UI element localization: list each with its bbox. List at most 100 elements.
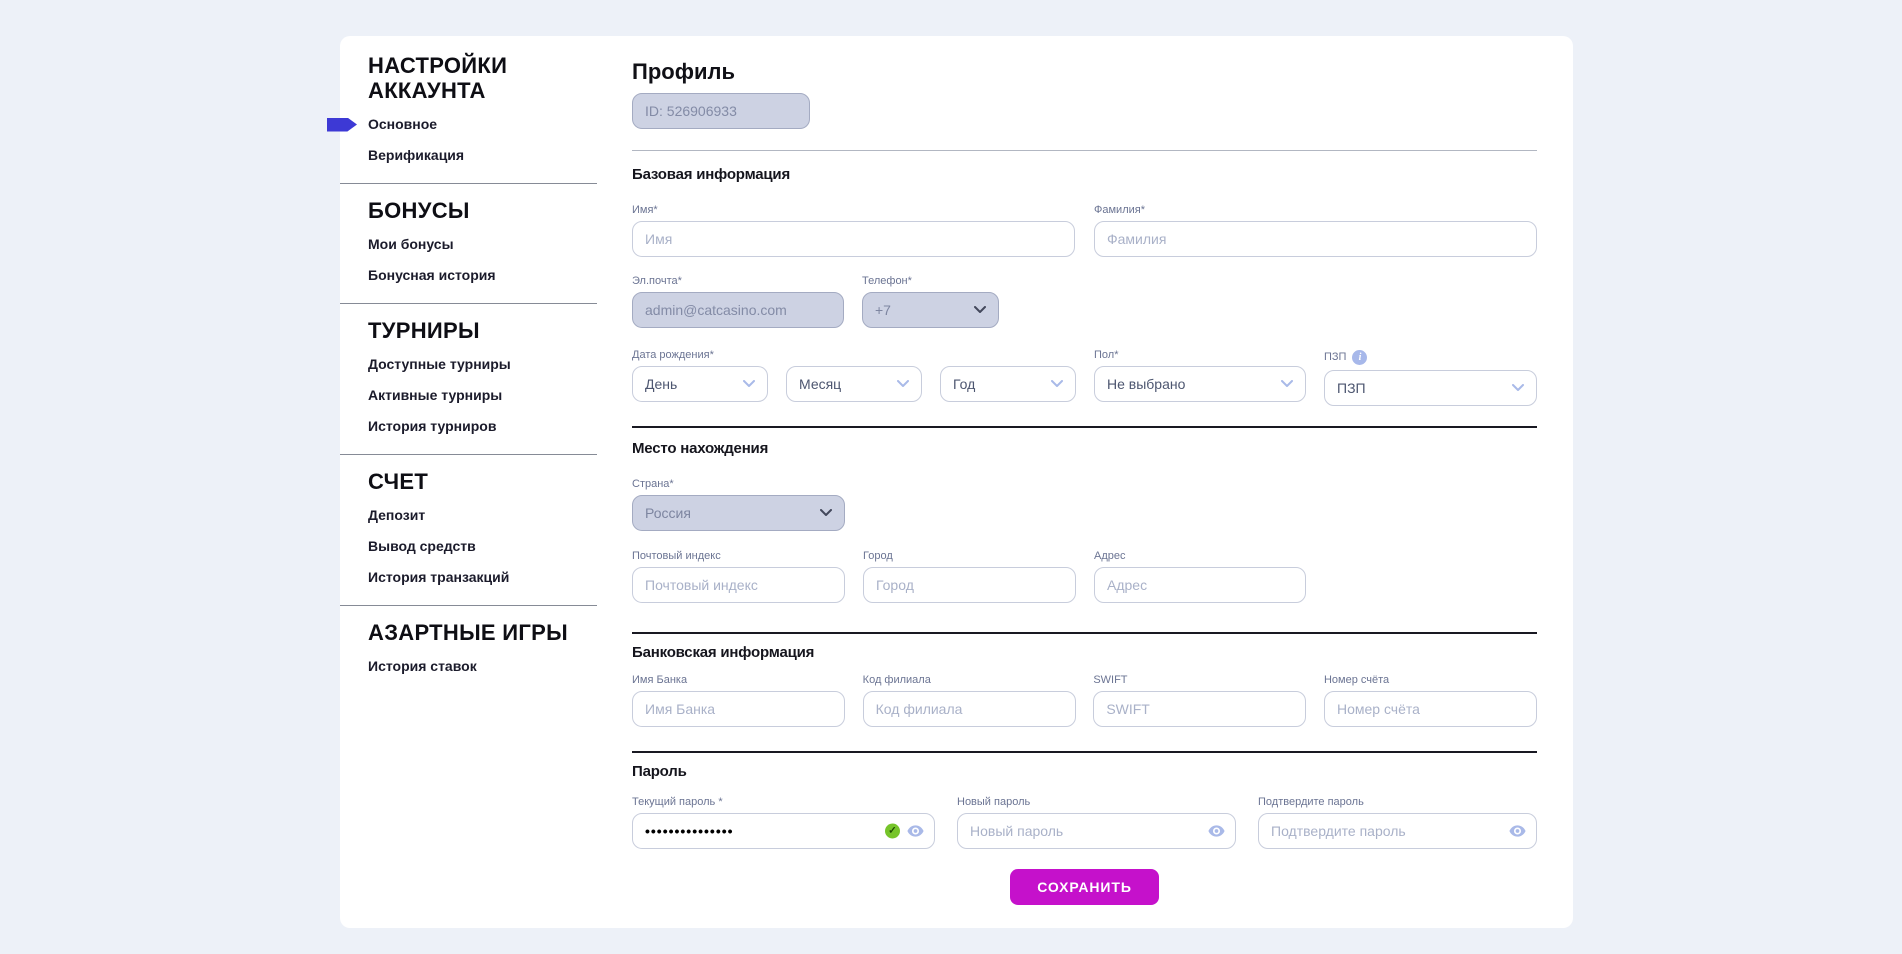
postal-code-field: Почтовый индекс — [632, 551, 845, 603]
sidebar-item-tournament-history[interactable]: История турниров — [368, 411, 598, 442]
sidebar-item-my-bonuses[interactable]: Мои бонусы — [368, 229, 598, 260]
birth-month-select[interactable]: Месяц — [786, 366, 922, 402]
country-field: Страна* Россия — [632, 479, 845, 531]
last-name-label: Фамилия* — [1094, 205, 1537, 216]
account-number-label: Номер счёта — [1324, 675, 1537, 686]
birth-year-field: Год — [940, 350, 1076, 406]
sidebar-divider — [340, 303, 597, 304]
confirm-password-label: Подтвердите пароль — [1258, 797, 1537, 808]
sidebar-divider — [340, 183, 597, 184]
country-label: Страна* — [632, 479, 845, 490]
branch-code-field: Код филиала — [863, 675, 1076, 727]
chevron-down-icon — [820, 509, 832, 517]
address-row: Почтовый индекс Город Адрес — [632, 551, 1537, 603]
postal-code-label: Почтовый индекс — [632, 551, 845, 562]
pep-value: ПЗП — [1337, 380, 1366, 396]
sidebar-item-deposit[interactable]: Депозит — [368, 500, 598, 531]
new-password-field: Новый пароль — [957, 797, 1236, 849]
email-phone-row: Эл.почта* Телефон* +7 — [632, 276, 1537, 328]
birth-date-label: Дата рождения* — [632, 350, 768, 361]
sidebar-item-label: История ставок — [368, 658, 477, 674]
name-row: Имя* Фамилия* — [632, 205, 1537, 257]
check-circle-icon: ✓ — [885, 824, 900, 839]
section-divider — [632, 150, 1537, 151]
sidebar-item-label: Доступные турниры — [368, 356, 511, 372]
eye-icon[interactable] — [907, 825, 924, 837]
gender-value: Не выбрано — [1107, 376, 1185, 392]
sidebar-item-label: История турниров — [368, 418, 496, 434]
info-icon[interactable]: i — [1352, 350, 1367, 365]
sidebar-item-main[interactable]: Основное — [368, 109, 598, 140]
confirm-password-input[interactable] — [1258, 813, 1537, 849]
chevron-down-icon — [1051, 380, 1063, 388]
sidebar-heading-bonuses: БОНУСЫ — [368, 198, 598, 223]
birth-year-select[interactable]: Год — [940, 366, 1076, 402]
phone-label: Телефон* — [862, 276, 999, 287]
sidebar-divider — [340, 454, 597, 455]
sidebar: НАСТРОЙКИ АККАУНТА Основное Верификация … — [368, 36, 598, 682]
birth-day-value: День — [645, 376, 677, 392]
email-label: Эл.почта* — [632, 276, 844, 287]
country-value: Россия — [645, 505, 691, 521]
profile-main: Профиль Базовая информация Имя* Фамилия*… — [632, 36, 1537, 905]
city-label: Город — [863, 551, 1076, 562]
sidebar-heading-account: СЧЕТ — [368, 469, 598, 494]
confirm-password-field: Подтвердите пароль — [1258, 797, 1537, 849]
eye-icon[interactable] — [1208, 825, 1225, 837]
address-label: Адрес — [1094, 551, 1306, 562]
birth-year-value: Год — [953, 376, 975, 392]
page-title: Профиль — [632, 61, 1537, 83]
sidebar-item-label: Депозит — [368, 507, 425, 523]
section-divider — [632, 751, 1537, 753]
active-item-indicator-icon — [327, 118, 357, 132]
birth-day-select[interactable]: День — [632, 366, 768, 402]
current-password-label: Текущий пароль * — [632, 797, 935, 808]
new-password-input[interactable] — [957, 813, 1236, 849]
chevron-down-icon — [897, 380, 909, 388]
bank-name-input[interactable] — [632, 691, 845, 727]
sidebar-item-available-tournaments[interactable]: Доступные турниры — [368, 349, 598, 380]
birth-gender-pep-row: Дата рождения* День Месяц Год — [632, 350, 1537, 406]
sidebar-item-active-tournaments[interactable]: Активные турниры — [368, 380, 598, 411]
birth-day-field: Дата рождения* День — [632, 350, 768, 406]
swift-field: SWIFT — [1093, 675, 1306, 727]
sidebar-item-bet-history[interactable]: История ставок — [368, 651, 598, 682]
chevron-down-icon — [1281, 380, 1293, 388]
sidebar-item-bonus-history[interactable]: Бонусная история — [368, 260, 598, 291]
postal-code-input[interactable] — [632, 567, 845, 603]
save-button[interactable]: СОХРАНИТЬ — [1010, 869, 1159, 905]
eye-icon[interactable] — [1509, 825, 1526, 837]
branch-code-input[interactable] — [863, 691, 1076, 727]
country-select: Россия — [632, 495, 845, 531]
phone-code-value: +7 — [875, 302, 891, 318]
sidebar-item-withdrawal[interactable]: Вывод средств — [368, 531, 598, 562]
swift-input[interactable] — [1093, 691, 1306, 727]
user-id-field — [632, 93, 810, 129]
address-input[interactable] — [1094, 567, 1306, 603]
sidebar-item-verification[interactable]: Верификация — [368, 140, 598, 171]
sidebar-divider — [340, 605, 597, 606]
sidebar-item-label: История транзакций — [368, 569, 509, 585]
bank-name-field: Имя Банка — [632, 675, 845, 727]
first-name-field: Имя* — [632, 205, 1075, 257]
sidebar-item-transaction-history[interactable]: История транзакций — [368, 562, 598, 593]
chevron-down-icon — [1512, 384, 1524, 392]
section-heading-bank-info: Банковская информация — [632, 645, 1537, 661]
account-number-input[interactable] — [1324, 691, 1537, 727]
section-divider — [632, 426, 1537, 428]
city-input[interactable] — [863, 567, 1076, 603]
birth-month-field: Месяц — [786, 350, 922, 406]
first-name-input[interactable] — [632, 221, 1075, 257]
address-field: Адрес — [1094, 551, 1306, 603]
phone-field: Телефон* +7 — [862, 276, 999, 328]
city-field: Город — [863, 551, 1076, 603]
gender-select[interactable]: Не выбрано — [1094, 366, 1306, 402]
phone-code-select: +7 — [862, 292, 999, 328]
sidebar-item-label: Мои бонусы — [368, 236, 454, 252]
sidebar-item-label: Вывод средств — [368, 538, 476, 554]
gender-field: Пол* Не выбрано — [1094, 350, 1306, 406]
section-heading-password: Пароль — [632, 764, 1537, 780]
last-name-input[interactable] — [1094, 221, 1537, 257]
section-heading-basic-info: Базовая информация — [632, 167, 1537, 183]
pep-select[interactable]: ПЗП — [1324, 370, 1537, 406]
